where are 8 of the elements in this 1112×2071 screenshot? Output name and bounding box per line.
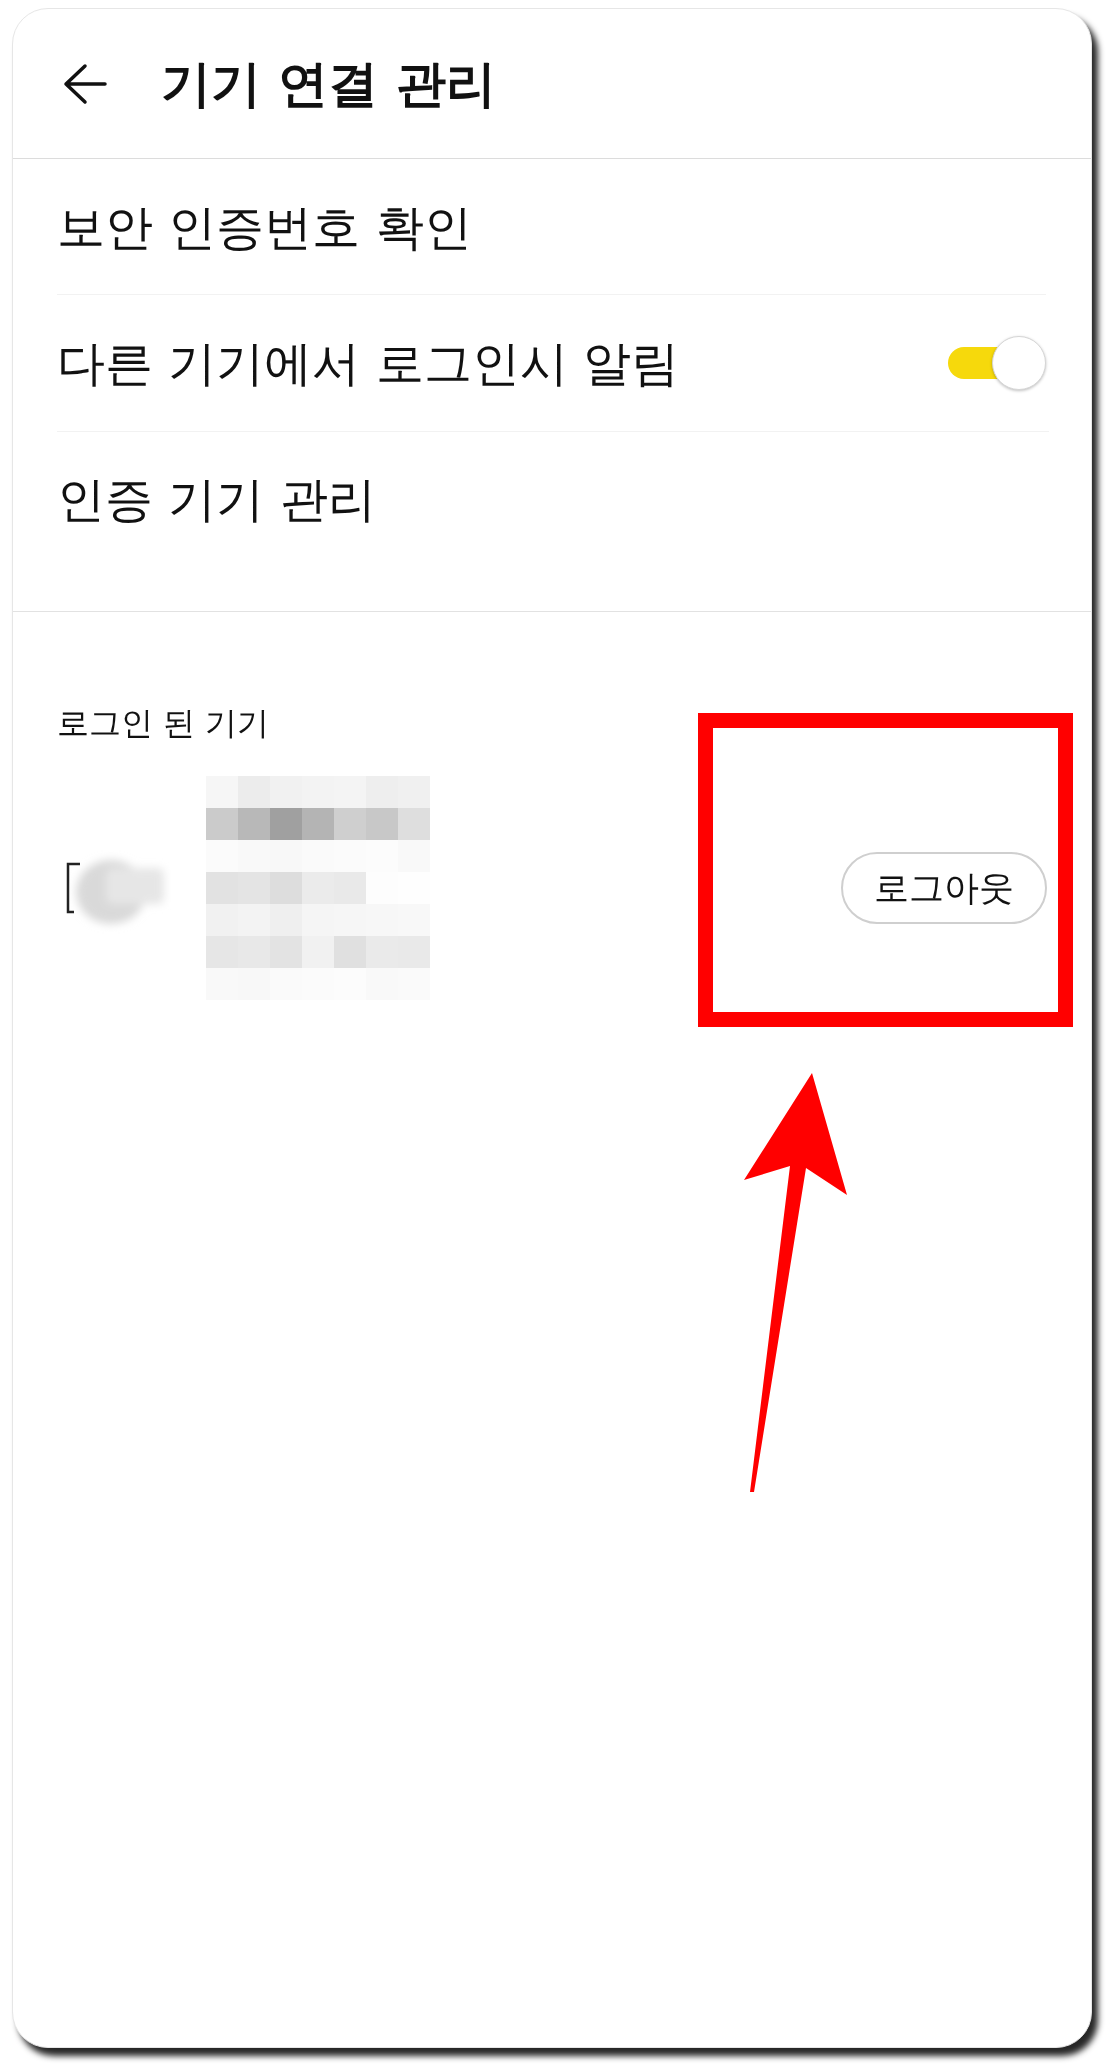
toggle-switch[interactable] xyxy=(948,336,1046,390)
page-title: 기기 연결 관리 xyxy=(161,53,496,114)
setting-label: 다른 기기에서 로그인시 알림 xyxy=(57,334,679,392)
logout-button[interactable]: 로그아웃 xyxy=(841,852,1047,924)
menu-item[interactable]: 보안 인증번호 확인 xyxy=(57,197,472,256)
back-icon[interactable] xyxy=(63,62,107,105)
menu-item[interactable]: 인증 기기 관리 xyxy=(57,470,376,528)
section-label: 로그인 된 기기 xyxy=(57,704,270,742)
